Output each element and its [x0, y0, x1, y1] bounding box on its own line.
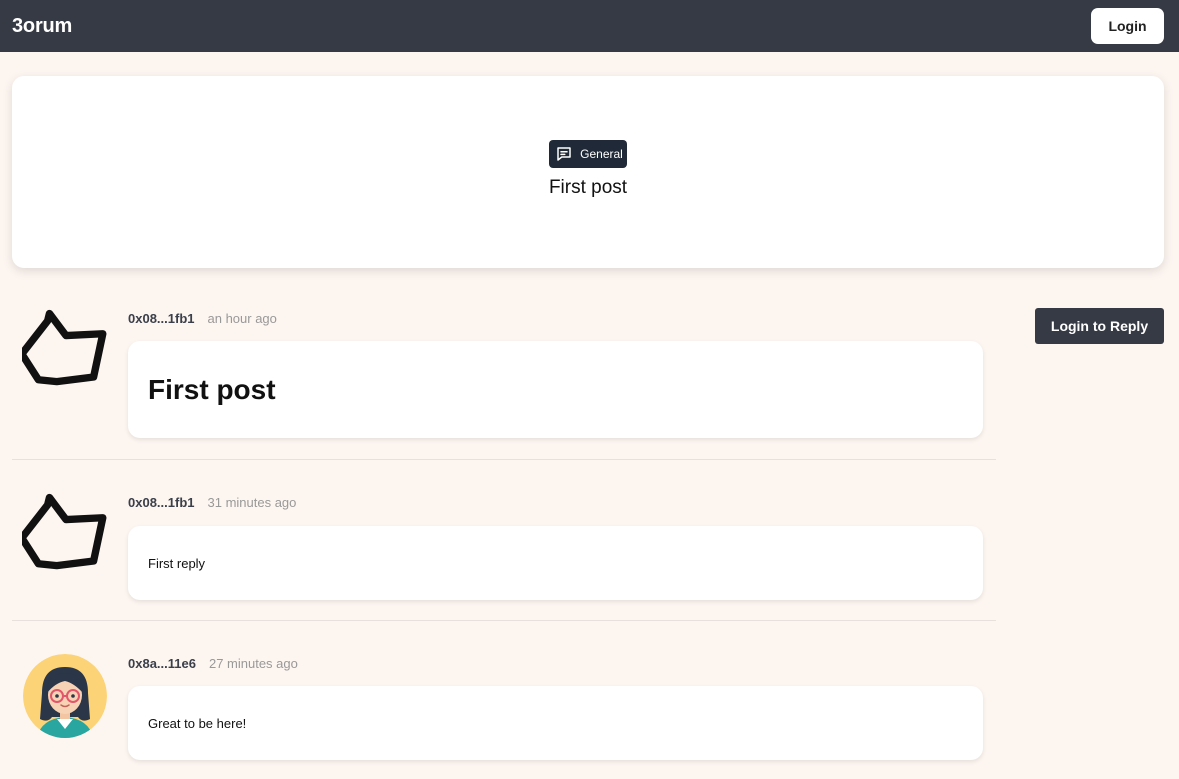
- post-body: Great to be here!: [128, 686, 983, 760]
- post-body: First post: [128, 341, 983, 438]
- brand-logo[interactable]: 3orum: [12, 15, 72, 38]
- post-author[interactable]: 0x08...1fb1: [128, 311, 195, 326]
- girl-with-glasses-avatar: [22, 653, 108, 739]
- post-item: 0x8a...11e6 27 minutes ago Great to be h…: [12, 621, 996, 779]
- post-author[interactable]: 0x8a...11e6: [128, 656, 196, 671]
- post-item: 0x08...1fb1 an hour ago First post: [12, 296, 996, 460]
- chat-bubble-icon: [555, 145, 573, 163]
- topic-header-card: General First post: [12, 76, 1164, 268]
- post-heading: First post: [148, 373, 276, 405]
- crown-outline-icon: [18, 308, 108, 394]
- login-button[interactable]: Login: [1091, 8, 1164, 44]
- post-meta: 0x08...1fb1 31 minutes ago: [128, 495, 296, 510]
- post-text: First reply: [148, 555, 206, 571]
- post-author[interactable]: 0x08...1fb1: [128, 495, 195, 510]
- post-time: 31 minutes ago: [207, 495, 297, 510]
- post-body: First reply: [128, 526, 983, 600]
- login-to-reply-button[interactable]: Login to Reply: [1035, 308, 1164, 344]
- category-badge[interactable]: General: [549, 140, 627, 168]
- post-meta: 0x08...1fb1 an hour ago: [128, 311, 277, 326]
- post-item: 0x08...1fb1 31 minutes ago First reply: [12, 460, 996, 621]
- post-meta: 0x8a...11e6 27 minutes ago: [128, 656, 298, 671]
- post-text: Great to be here!: [148, 715, 247, 731]
- crown-outline-icon: [18, 492, 108, 578]
- navbar: 3orum Login: [0, 0, 1179, 52]
- post-time: an hour ago: [207, 311, 277, 326]
- category-label: General: [580, 147, 623, 161]
- post-time: 27 minutes ago: [208, 656, 298, 671]
- topic-title: First post: [548, 177, 628, 198]
